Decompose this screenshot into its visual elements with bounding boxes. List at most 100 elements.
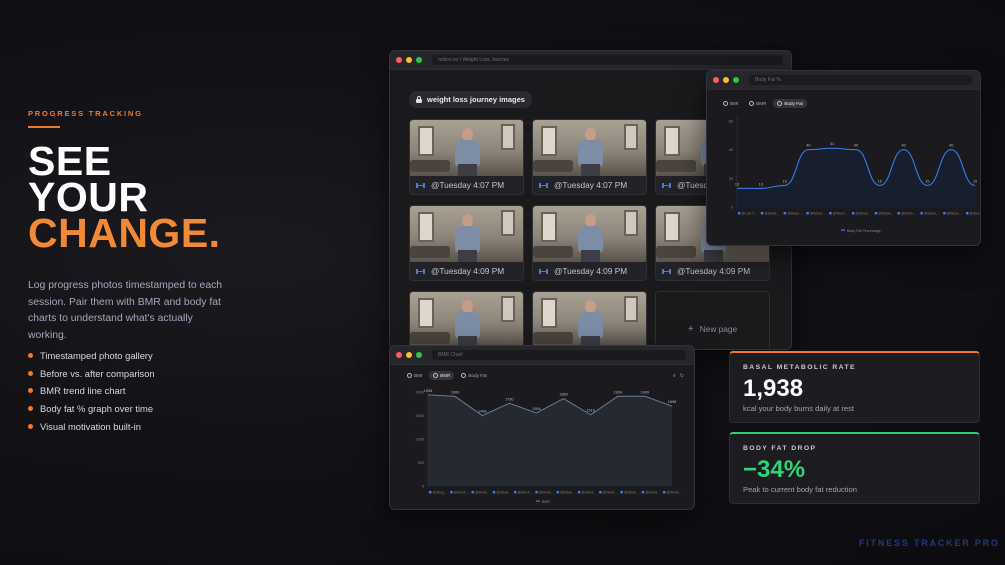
series-area [737,148,975,207]
dumbbell-icon [416,182,425,188]
x-tick-marker [874,212,878,215]
x-tick-label: @Week... [560,490,575,494]
photo-card[interactable]: @Tuesday 4:09 PM [532,205,647,281]
progress-photo [533,206,646,262]
x-tick-marker [556,491,560,494]
feature-item: Body fat % graph over time [28,400,155,418]
y-tick-label: 500 [418,461,424,465]
bmr-stat-card: BASAL METABOLIC RATE 1,938 kcal your bod… [729,351,980,423]
x-tick-marker [599,491,602,494]
photo-card[interactable] [532,291,647,349]
x-tick-marker [829,212,832,215]
photo-card[interactable]: @Tuesday 4:07 PM [409,119,524,195]
x-tick-marker [760,212,764,215]
feature-item: Visual motivation built-in [28,417,155,435]
x-tick-label: @Weig... [433,490,447,494]
dumbbell-icon [416,268,425,274]
stat-label: BODY FAT DROP [743,445,817,452]
headline: SEE YOUR CHANGE. [28,141,221,256]
photo-card[interactable]: @Tuesday 4:09 PM [409,205,524,281]
x-tick-label: @Week... [810,211,825,215]
brand-wordmark: FITNESS TRACKER PRO [859,538,1000,548]
data-label: 13 [735,182,739,186]
progress-photo [410,120,523,176]
x-tick-marker [620,491,623,494]
y-tick-label: 40 [729,148,733,152]
stat-subtitle: kcal your body burns daily at rest [743,404,855,413]
address-bar[interactable]: notion.so / Weight Loss Journey [432,55,783,65]
x-tick-label: @Week... [539,490,554,494]
data-label: 1860 [559,393,567,397]
data-label: 1909 [614,390,622,394]
maximize-icon[interactable] [416,57,422,63]
x-tick-marker [943,212,946,215]
legend-swatch [841,229,845,231]
x-tick-marker [450,491,453,494]
x-tick-marker [806,212,809,215]
data-label: 41 [830,142,834,146]
data-label: 1909 [641,390,649,394]
x-tick-label: @Last C... [742,211,758,215]
photo-timestamp: @Tuesday 4:09 PM [662,266,750,276]
data-label: 1554 [532,407,540,411]
data-label: 40 [949,144,953,148]
progress-photo [533,292,646,348]
close-icon[interactable] [396,57,402,63]
data-label: 1516 [586,409,594,413]
series-area [428,394,672,486]
x-tick-marker [966,212,969,215]
data-label: 1906 [451,390,459,394]
data-label: 15 [878,180,882,184]
data-label: 15 [925,180,929,184]
plus-icon: + [687,323,694,335]
x-tick-label: @Week... [645,490,660,494]
bullet-dot-icon [28,388,33,394]
x-tick-label: @Week... [924,211,939,215]
x-tick-label: @Week... [764,211,779,215]
x-tick-marker [471,491,474,494]
photo-timestamp: @Tuesday 4:09 PM [539,266,627,276]
x-tick-marker [577,491,581,494]
headline-line-3: CHANGE. [28,210,221,256]
dumbbell-icon [539,268,548,274]
x-tick-label: @Week... [856,211,871,215]
y-tick-label: 0 [731,206,733,210]
data-label: 1498 [478,410,486,414]
photo-card[interactable]: @Tuesday 4:07 PM [532,119,647,195]
x-tick-label: @Week... [970,211,982,215]
x-tick-label: @Week... [624,490,639,494]
x-tick-label: @Week... [518,490,533,494]
x-tick-marker [783,212,786,215]
y-tick-label: 2000 [416,391,424,395]
legend-label: BMR [542,500,550,504]
photo-card[interactable] [409,291,524,349]
hero-description: Log progress photos timestamped to each … [28,280,223,341]
x-tick-marker [535,491,538,494]
progress-photo [410,206,523,262]
minimize-icon[interactable] [406,57,412,63]
dumbbell-icon [539,182,548,188]
x-tick-marker [920,212,923,215]
eyebrow-rule [28,126,60,128]
bmr-chart: 2000 1500 1000 500 0 1938 1906 1498 1760 1554 1860… [416,388,681,504]
data-label: 1938 [424,389,432,393]
bullet-dot-icon [28,406,33,412]
new-page-button[interactable]: + New page [655,291,770,349]
gallery-title[interactable]: weight loss journey images [409,91,532,108]
feature-list: Timestamped photo gallery Before vs. aft… [28,347,155,435]
data-label: 13 [759,182,763,186]
progress-photo [533,120,646,176]
stat-subtitle: Peak to current body fat reduction [743,485,857,494]
body-fat-stat-card: BODY FAT DROP −34% Peak to current body … [729,432,980,504]
photo-timestamp: @Tuesday 4:09 PM [416,266,504,276]
feature-item: BMR trend line chart [28,382,155,400]
x-tick-label: @Week... [496,490,511,494]
x-tick-label: @Week... [475,490,490,494]
x-tick-marker [429,491,432,494]
x-tick-marker [738,212,741,215]
dumbbell-icon [662,182,671,188]
bmr-chart-window: BMR Chart BMI BMR Body Fat ≡ ↻ 2000 1500 1… [389,345,695,510]
x-tick-label: @Week... [787,211,802,215]
window-titlebar: notion.so / Weight Loss Journey [390,51,791,70]
x-tick-marker [852,212,855,215]
